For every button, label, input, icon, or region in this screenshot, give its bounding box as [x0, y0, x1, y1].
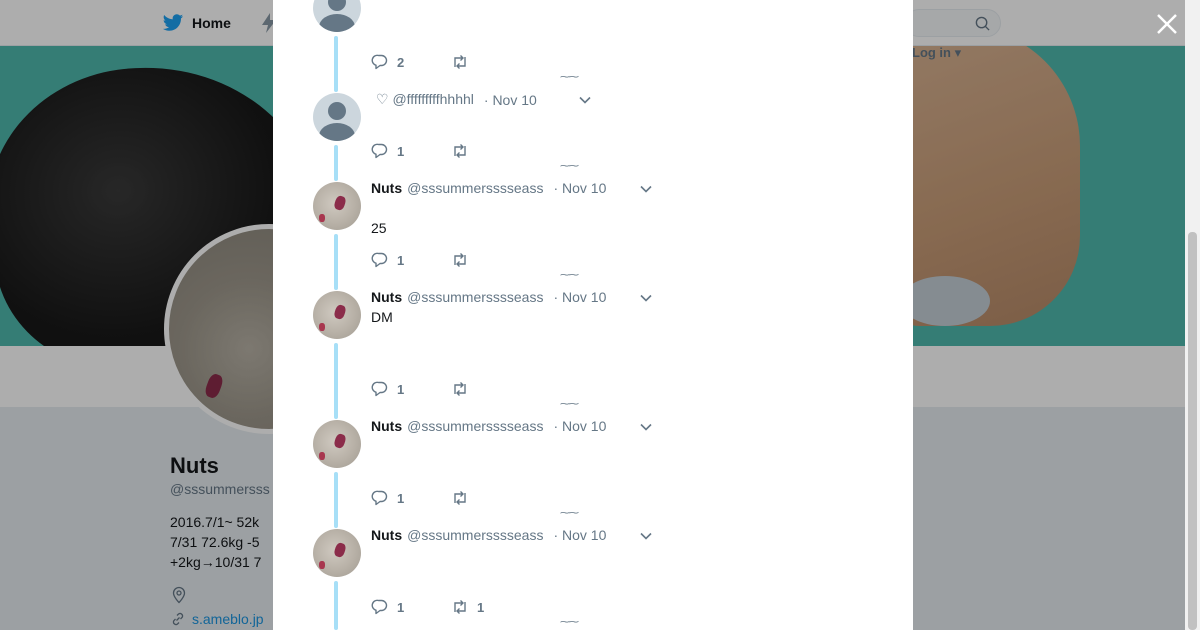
chevron-down-icon[interactable] — [639, 291, 653, 305]
thread-connector — [334, 234, 338, 290]
retweet-button[interactable] — [451, 142, 477, 160]
tweet-author-name[interactable]: Nuts — [371, 418, 402, 434]
reply-button[interactable]: 1 — [371, 598, 451, 616]
reply-icon — [371, 381, 388, 397]
tweet-author-handle[interactable]: @sssummersssseass — [407, 289, 543, 305]
chevron-down-icon[interactable] — [639, 529, 653, 543]
thread-connector — [334, 472, 338, 528]
tweet-header: Nuts @sssummersssseass · Nov 10 — [371, 180, 606, 196]
retweet-icon — [454, 253, 466, 267]
tilde-mark: ⁓⁓ — [560, 72, 579, 83]
tweet-actions: 1 — [371, 380, 477, 398]
tweet-header: Nuts @sssummersssseass · Nov 10 — [371, 527, 606, 543]
retweet-count: 1 — [477, 599, 485, 615]
conversation-modal: 2 ⁓⁓ ♡ @fffffffffhhhhl · Nov 10 1 ⁓⁓ Nut… — [273, 0, 913, 630]
reply-count: 1 — [397, 490, 405, 506]
thread-connector — [334, 36, 338, 92]
tilde-mark: ⁓⁓ — [560, 617, 579, 628]
reply-count: 1 — [397, 381, 405, 397]
tweet-author-handle[interactable]: ♡ @fffffffffhhhhl — [376, 91, 474, 108]
retweet-icon — [454, 491, 466, 505]
tweet-timestamp[interactable]: · Nov 10 — [553, 289, 606, 305]
tweet-actions: 1 — [371, 142, 477, 160]
tweet-author-name[interactable]: Nuts — [371, 289, 402, 305]
chevron-down-icon[interactable] — [639, 182, 653, 196]
reply-icon — [371, 490, 388, 506]
retweet-icon — [454, 600, 466, 614]
retweet-button[interactable] — [451, 251, 477, 269]
reply-count: 1 — [397, 143, 405, 159]
chevron-down-icon[interactable] — [578, 93, 592, 107]
avatar[interactable] — [313, 0, 361, 32]
reply-count: 2 — [397, 54, 405, 70]
tweet-actions: 1 — [371, 489, 477, 507]
retweet-icon — [454, 144, 466, 158]
retweet-button[interactable] — [451, 489, 477, 507]
reply-button[interactable]: 1 — [371, 142, 451, 160]
tweet-author-handle[interactable]: @sssummersssseass — [407, 527, 543, 543]
avatar[interactable] — [313, 420, 361, 468]
scrollbar-thumb[interactable] — [1188, 232, 1197, 630]
tweet-header: Nuts @sssummersssseass · Nov 10 — [371, 289, 606, 305]
tilde-mark: ⁓⁓ — [560, 270, 579, 281]
retweet-button[interactable] — [451, 380, 477, 398]
reply-icon — [371, 54, 388, 70]
reply-icon — [371, 252, 388, 268]
reply-button[interactable]: 1 — [371, 251, 451, 269]
retweet-button[interactable]: 1 — [451, 598, 484, 616]
tweet-text: 25 — [371, 220, 387, 236]
reply-count: 1 — [397, 252, 405, 268]
avatar[interactable] — [313, 93, 361, 141]
tweet-author-name[interactable]: Nuts — [371, 180, 402, 196]
tilde-mark: ⁓⁓ — [560, 508, 579, 519]
tilde-mark: ⁓⁓ — [560, 161, 579, 172]
reply-icon — [371, 599, 388, 615]
tweet-author-handle[interactable]: @sssummersssseass — [407, 418, 543, 434]
tweet-author-handle[interactable]: @sssummersssseass — [407, 180, 543, 196]
retweet-icon — [454, 382, 466, 396]
reply-icon — [371, 143, 388, 159]
reply-button[interactable]: 1 — [371, 380, 451, 398]
avatar[interactable] — [313, 182, 361, 230]
thread-connector — [334, 343, 338, 419]
reply-button[interactable]: 2 — [371, 53, 451, 71]
avatar[interactable] — [313, 529, 361, 577]
close-icon[interactable] — [1154, 11, 1180, 37]
tweet-timestamp[interactable]: · Nov 10 — [484, 92, 537, 108]
tweet-actions: 1 1 — [371, 598, 484, 616]
thread-connector — [334, 581, 338, 630]
page-scrollbar[interactable] — [1185, 0, 1200, 630]
retweet-button[interactable] — [451, 53, 477, 71]
tweet-timestamp[interactable]: · Nov 10 — [553, 418, 606, 434]
tweet-header: ♡ @fffffffffhhhhl · Nov 10 — [371, 91, 537, 108]
tweet-actions: 1 — [371, 251, 477, 269]
chevron-down-icon[interactable] — [639, 420, 653, 434]
reply-count: 1 — [397, 599, 405, 615]
tweet-header: Nuts @sssummersssseass · Nov 10 — [371, 418, 606, 434]
reply-button[interactable]: 1 — [371, 489, 451, 507]
thread-connector — [334, 145, 338, 181]
tweet-actions: 2 — [371, 53, 477, 71]
tweet-timestamp[interactable]: · Nov 10 — [553, 527, 606, 543]
tweet-text: DM — [371, 309, 393, 325]
tilde-mark: ⁓⁓ — [560, 399, 579, 410]
avatar[interactable] — [313, 291, 361, 339]
tweet-timestamp[interactable]: · Nov 10 — [553, 180, 606, 196]
retweet-icon — [454, 55, 466, 69]
tweet-author-name[interactable]: Nuts — [371, 527, 402, 543]
